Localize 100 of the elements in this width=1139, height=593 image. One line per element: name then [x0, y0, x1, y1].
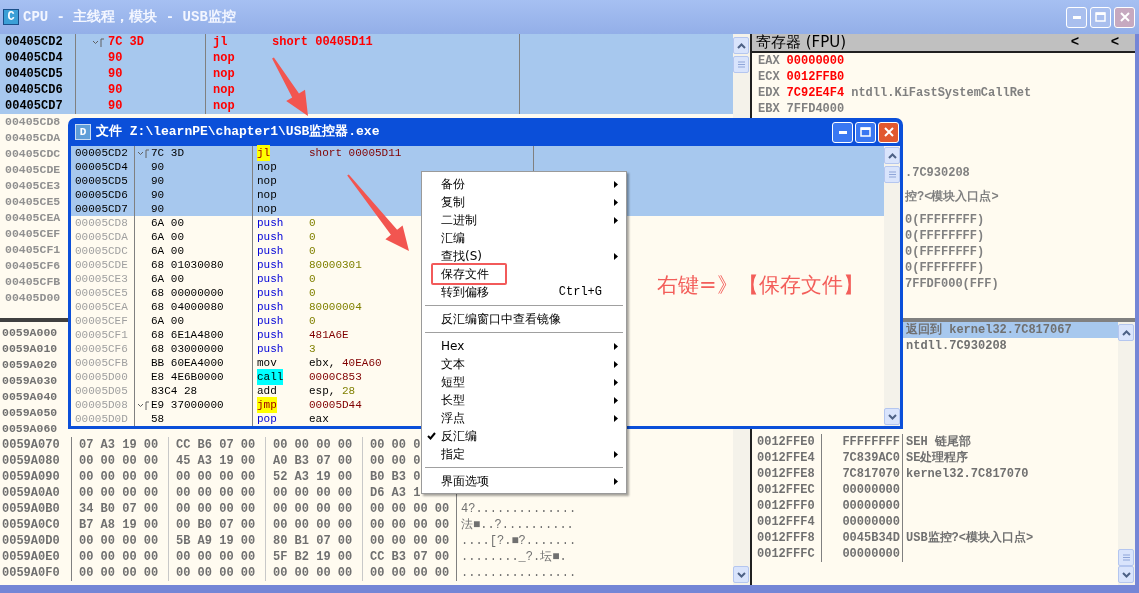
menu-item[interactable]: 转到偏移 Ctrl+G: [422, 283, 626, 301]
menu-item[interactable]: 反汇编窗口中查看镜像: [422, 310, 626, 328]
mnemonic-cell-text: push: [257, 257, 284, 273]
scrollbar-thumb[interactable]: [733, 56, 749, 73]
register-value: 7C92E4F4: [786, 85, 845, 102]
maximize-button[interactable]: [855, 121, 876, 143]
table-row[interactable]: 00405CD7 90 nop: [0, 98, 733, 114]
stack-comment[interactable]: ntdll.7C930208: [903, 338, 1118, 354]
hex-bytes-cell: CC B3 07 00: [363, 549, 457, 565]
address-cell-text: 00405CEA: [4, 210, 62, 227]
address-cell: 0012FFE8: [752, 466, 822, 482]
scroll-up-button[interactable]: [884, 147, 900, 164]
minimize-button[interactable]: [832, 121, 853, 143]
mnemonic-cell-text: pop: [257, 411, 277, 427]
mnemonic-cell-text: jl: [212, 34, 229, 51]
hex-cell: 68 04000080: [151, 300, 253, 314]
register-value: 0012FFB0: [786, 69, 845, 86]
scroll-up-button[interactable]: [1118, 324, 1134, 341]
menu-item[interactable]: 短型: [422, 373, 626, 391]
scrollbar[interactable]: [1118, 322, 1135, 585]
menu-item[interactable]: 文本: [422, 355, 626, 373]
ascii-cell-text: ................: [460, 565, 577, 582]
mnemonic-cell-text: push: [257, 215, 284, 231]
mnemonic-cell-text: push: [257, 285, 284, 301]
close-icon: [1119, 12, 1130, 22]
menu-item[interactable]: 汇编: [422, 229, 626, 247]
address-cell: 0012FFF8: [752, 530, 822, 546]
close-icon: [883, 127, 894, 137]
hex-cell: BB 60EA4000: [151, 356, 253, 370]
mnemonic-cell: jmp: [257, 396, 277, 414]
ascii-cell-text: 4?..............: [460, 501, 577, 518]
value-cell: 00000000: [822, 546, 903, 562]
value-cell: 00000000: [822, 498, 903, 514]
hex-bytes-cell: 00 00 00 00: [266, 501, 363, 517]
menu-item[interactable]: 保存文件: [422, 265, 626, 283]
address-cell-text: 00405CF1: [4, 242, 62, 259]
menu-item[interactable]: 浮点: [422, 409, 626, 427]
menu-item[interactable]: 备份: [422, 175, 626, 193]
hex-bytes-cell: 00 00 00 00: [266, 565, 363, 581]
address-cell-text: 0059A050: [1, 405, 59, 421]
hex-bytes-cell: 00 00 00 00: [266, 485, 363, 501]
hex-cell: 90: [151, 202, 253, 216]
address-cell-text: 0059A020: [1, 357, 59, 373]
close-button[interactable]: [878, 121, 899, 143]
address-cell-text: 0059A040: [1, 389, 59, 405]
hex-cell: E8 4E6B0000: [151, 370, 253, 384]
hex-cell: 6A 00: [151, 244, 253, 258]
operand-cell-text: 80000301: [309, 257, 362, 273]
hex-cell: 6A 00: [151, 272, 253, 286]
operand-cell-text: 0: [309, 215, 316, 231]
mnemonic-cell-text: nop: [212, 98, 236, 115]
menu-item[interactable]: 长型: [422, 391, 626, 409]
scrollbar-thumb[interactable]: [1118, 549, 1134, 566]
table-row[interactable]: 00405CD2 7C 3D jl short 00405D11: [0, 34, 733, 50]
hex-bytes-cell: 00 00 00 00: [363, 533, 457, 549]
hex-bytes-cell: 5F B2 19 00: [266, 549, 363, 565]
mnemonic-cell-text: nop: [257, 159, 277, 175]
hex-bytes-cell: 00 00 00 00: [169, 565, 266, 581]
hex-bytes-cell: 80 B1 07 00: [266, 533, 363, 549]
address-cell-text: 0059A030: [1, 373, 59, 389]
menu-item[interactable]: 二进制: [422, 211, 626, 229]
operand-cell-text: 0: [309, 229, 316, 245]
hex-bytes-cell: 00 00 00 00: [72, 533, 169, 549]
address-cell: 0012FFF0: [752, 498, 822, 514]
address-cell[interactable]: 00005CD7: [71, 202, 135, 216]
scroll-down-button[interactable]: [733, 566, 749, 583]
mnemonic-cell-text: mov: [257, 355, 277, 371]
table-row[interactable]: 00405CD6 90 nop: [0, 82, 733, 98]
menu-item[interactable]: 查找(S): [422, 247, 626, 265]
operand-cell-text: eax: [309, 411, 329, 427]
scroll-up-button[interactable]: [733, 37, 749, 54]
table-row[interactable]: 00405CD4 90 nop: [0, 50, 733, 66]
scroll-down-button[interactable]: [884, 408, 900, 425]
chevron-up-icon: [887, 152, 897, 159]
scrollbar[interactable]: [884, 146, 900, 426]
hex-bytes-cell: B7 A8 19 00: [72, 517, 169, 533]
scrollbar-thumb[interactable]: [884, 166, 900, 183]
value-cell: FFFFFFFF: [822, 434, 903, 450]
hex-bytes-cell: CC B6 07 00: [169, 437, 266, 453]
hex-bytes-cell: 52 A3 19 00: [266, 469, 363, 485]
chevron-down-icon: [887, 413, 897, 420]
address-cell: 0059A0D0: [0, 533, 72, 549]
address-cell: 0059A0E0: [0, 549, 72, 565]
menu-item[interactable]: 复制: [422, 193, 626, 211]
maximize-icon: [860, 127, 871, 137]
address-cell: 00405CD7: [0, 98, 76, 114]
register-comment: 控?<模块入口点>: [905, 188, 999, 206]
table-row[interactable]: 00405CD5 90 nop: [0, 66, 733, 82]
collapse-button[interactable]: <: [1055, 32, 1095, 53]
mnemonic-cell-text: nop: [257, 187, 277, 203]
register-comment: 0(FFFFFFFF): [905, 260, 985, 277]
value-cell: 0045B34D: [822, 530, 903, 546]
chevron-up-icon: [1121, 329, 1131, 336]
menu-item[interactable]: Hex: [422, 337, 626, 355]
scroll-down-button[interactable]: [1118, 566, 1134, 583]
mnemonic-cell-text: nop: [257, 201, 277, 217]
minimize-icon: [1072, 15, 1081, 19]
mnemonic-cell-text: push: [257, 271, 284, 287]
collapse-button[interactable]: <: [1095, 32, 1135, 53]
window-title: 文件 Z:\learnPE\chapter1\USB监控器.exe: [96, 123, 380, 142]
